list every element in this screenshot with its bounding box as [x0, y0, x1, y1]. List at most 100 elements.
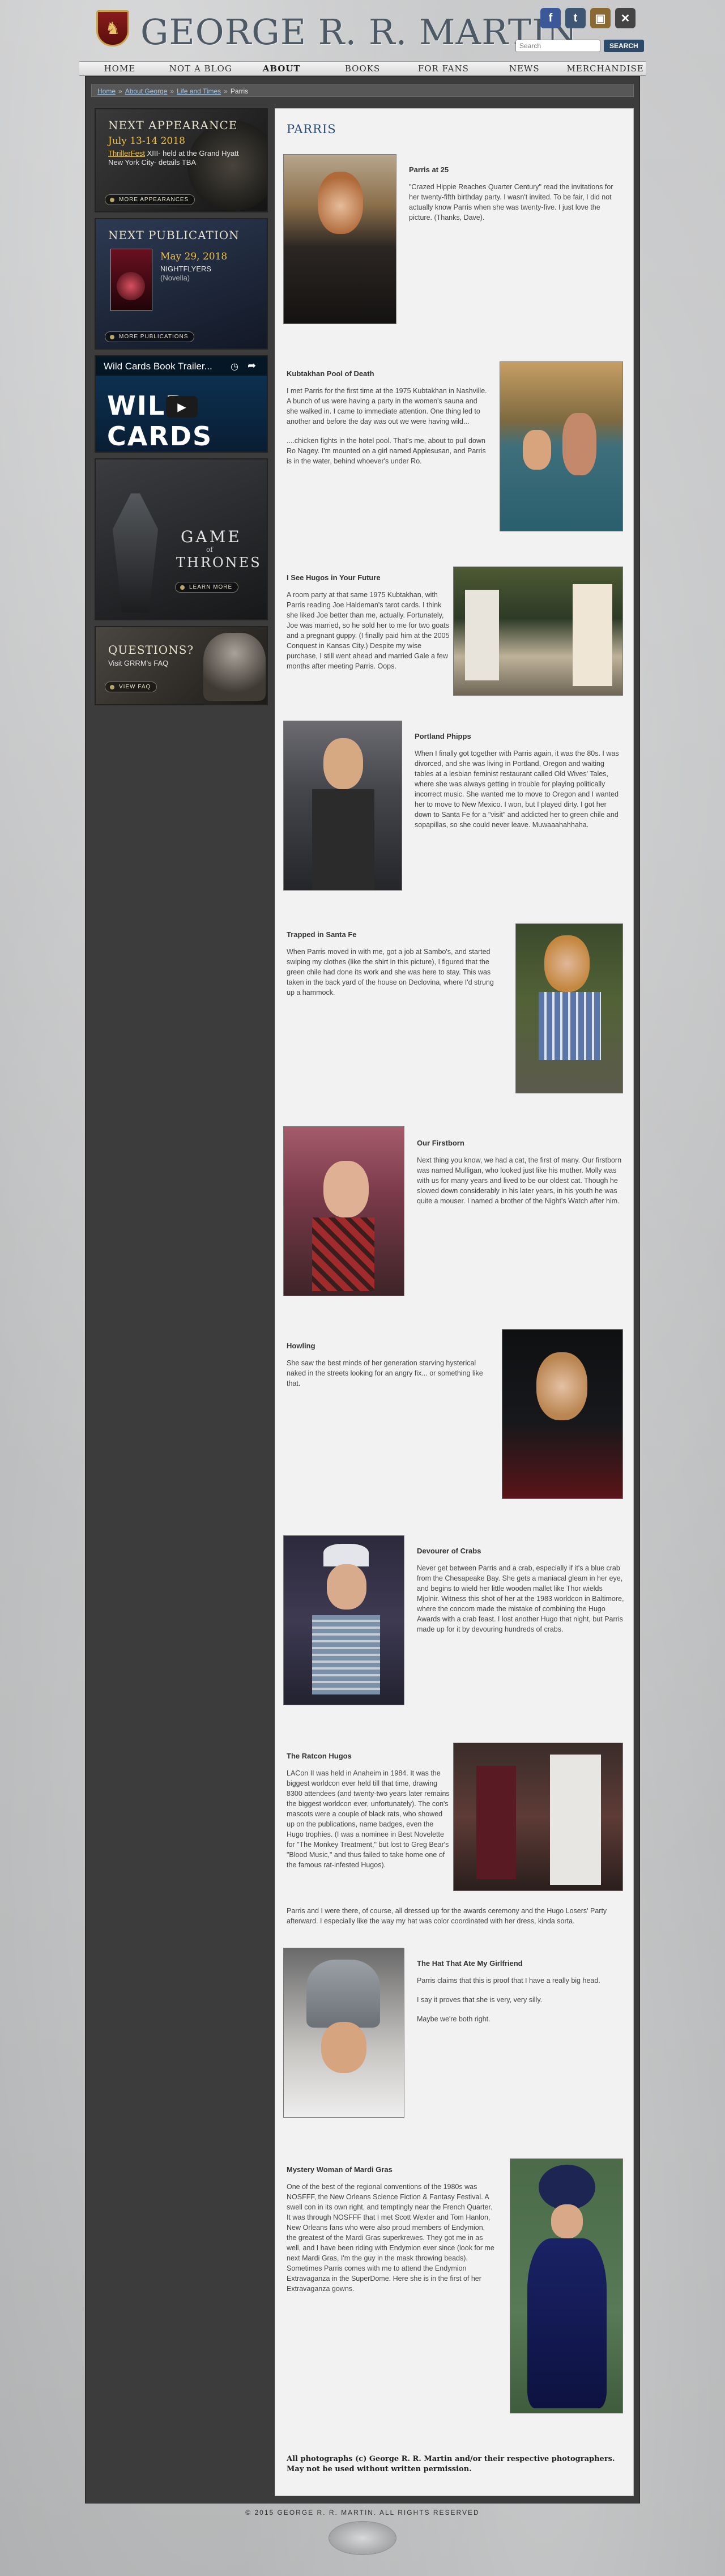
photo-kubtakhan-pool: [500, 361, 623, 531]
story-text: When Parris moved in with me, got a job …: [287, 948, 494, 997]
learn-more-button[interactable]: LEARN MORE: [175, 582, 239, 593]
photo-subject: [536, 1352, 587, 1420]
story-title: I See Hugos in Your Future: [287, 573, 381, 582]
nav-for-fans[interactable]: FOR FANS: [403, 62, 484, 75]
story-title: Kubtakhan Pool of Death: [287, 369, 374, 378]
story-text: LACon II was held in Anaheim in 1984. It…: [287, 1769, 450, 1869]
view-faq-button[interactable]: VIEW FAQ: [105, 682, 157, 692]
copyright-note: All photographs (c) George R. R. Martin …: [287, 2455, 615, 2473]
photo-devourer-of-crabs: [283, 1535, 404, 1705]
search-input[interactable]: [515, 40, 600, 52]
story-text: Parris claims that this is proof that I …: [417, 1977, 600, 1985]
story-ratcon-hugos-continued: Parris and I were there, of course, all …: [287, 1906, 624, 1932]
story-title: Portland Phipps: [415, 732, 471, 740]
photo-subject: [544, 935, 590, 992]
photo-mardi-gras: [510, 2158, 623, 2413]
search-button[interactable]: SEARCH: [604, 40, 644, 52]
photo-subject: [550, 1755, 601, 1885]
widget-heading: NEXT APPEARANCE: [108, 118, 238, 132]
nav-about-george[interactable]: ABOUT GEORGE: [241, 62, 322, 88]
nav-news[interactable]: NEWS: [484, 62, 565, 75]
story-trapped-santa-fe: Trapped in Santa Fe When Parris moved in…: [287, 930, 496, 1003]
page-title: PARRIS: [287, 122, 336, 136]
blog-icon[interactable]: ▣: [590, 8, 611, 28]
tumblr-icon[interactable]: t: [565, 8, 586, 28]
story-text: One of the best of the regional conventi…: [287, 2183, 494, 2293]
video-title[interactable]: Wild Cards Book Trailer...: [104, 361, 212, 372]
faq-widget[interactable]: QUESTIONS? Visit GRRM's FAQ VIEW FAQ: [95, 626, 268, 705]
photo-subject: [573, 584, 612, 686]
more-appearances-button[interactable]: MORE APPEARANCES: [105, 194, 195, 205]
play-icon[interactable]: ▶: [166, 396, 198, 418]
publication-title: NIGHTFLYERS: [160, 265, 212, 273]
sidebar: NEXT APPEARANCE July 13-14 2018 Thriller…: [95, 108, 268, 711]
next-publication-widget[interactable]: NEXT PUBLICATION May 29, 2018 NIGHTFLYER…: [95, 218, 268, 350]
story-text: A room party at that same 1975 Kubtakhan…: [287, 591, 450, 670]
nav-books[interactable]: BOOKS: [322, 62, 403, 75]
story-title: The Hat That Ate My Girlfriend: [417, 1959, 523, 1968]
story-devourer-of-crabs: Devourer of Crabs Never get between Parr…: [417, 1547, 624, 1640]
story-text: ....chicken fights in the hotel pool. Th…: [287, 437, 486, 465]
appearance-details: ThrillerFest XIII- held at the Grand Hya…: [108, 149, 261, 167]
story-title: Trapped in Santa Fe: [287, 930, 357, 939]
breadcrumb-current: Parris: [230, 87, 249, 95]
got-title-of: of: [206, 546, 213, 553]
throne-figure-art: [113, 493, 158, 612]
nav-merchandise[interactable]: MERCHANDISE: [565, 62, 646, 75]
story-text: She saw the best minds of her generation…: [287, 1359, 483, 1387]
photo-subject: [327, 1564, 366, 1610]
share-icon[interactable]: ➦: [248, 360, 256, 372]
nav-home[interactable]: HOME: [79, 62, 160, 75]
photo-shirt: [539, 992, 601, 1060]
story-our-firstborn: Our Firstborn Next thing you know, we ha…: [417, 1139, 624, 1212]
site-copyright: © 2015 GEORGE R. R. MARTIN. ALL RIGHTS R…: [245, 2509, 480, 2517]
thrillerfest-link[interactable]: ThrillerFest: [108, 149, 145, 157]
photo-hat: [306, 1960, 380, 2028]
main-content: PARRIS Parris at 25 "Crazed Hippie Reach…: [275, 108, 634, 2496]
wild-cards-video[interactable]: Wild Cards Book Trailer... ◷ ➦ WILD CARD…: [95, 355, 268, 453]
breadcrumb-separator: »: [224, 87, 228, 95]
story-see-hugos: I See Hugos in Your Future A room party …: [287, 573, 451, 677]
page-frame: Home» About George» Life and Times» Parris …: [85, 76, 640, 2503]
story-text: Parris and I were there, of course, all …: [287, 1907, 607, 1925]
crest-logo[interactable]: ♞: [96, 10, 129, 46]
got-title-thrones: THRONES: [176, 555, 262, 570]
faq-text: Visit GRRM's FAQ: [108, 659, 169, 667]
site-title[interactable]: GEORGE R. R. MARTIN: [140, 11, 578, 53]
story-title: Mystery Woman of Mardi Gras: [287, 2165, 393, 2174]
photo-hat-girlfriend: [283, 1948, 404, 2118]
photo-portland-phipps: [283, 721, 402, 891]
photo-subject: [323, 1161, 369, 1217]
game-of-thrones-widget[interactable]: GAME of THRONES LEARN MORE: [95, 458, 268, 620]
breadcrumb: Home» About George» Life and Times» Parris: [91, 84, 634, 97]
story-mardi-gras: Mystery Woman of Mardi Gras One of the b…: [287, 2165, 496, 2300]
next-appearance-widget[interactable]: NEXT APPEARANCE July 13-14 2018 Thriller…: [95, 108, 268, 212]
more-publications-button[interactable]: MORE PUBLICATIONS: [105, 331, 195, 342]
appearance-text: XIII- held at the Grand Hyatt: [145, 149, 239, 157]
story-kubtakhan-pool: Kubtakhan Pool of Death I met Parris for…: [287, 369, 491, 472]
photo-subject: [523, 430, 551, 470]
nightflyers-cover[interactable]: [110, 249, 152, 311]
site-header: ♞ GEORGE R. R. MARTIN f t ▣ ✕ SEARCH: [79, 0, 646, 61]
photo-hugos-tarot: [453, 567, 623, 696]
photo-headdress: [539, 2165, 595, 2210]
clock-icon[interactable]: ◷: [231, 361, 238, 372]
story-text: I say it proves that she is very, very s…: [417, 1996, 543, 2004]
facebook-icon[interactable]: f: [540, 8, 561, 28]
story-title: Our Firstborn: [417, 1139, 464, 1147]
appearance-date: July 13-14 2018: [108, 135, 185, 147]
main-nav: HOME NOT A BLOG ABOUT GEORGE BOOKS FOR F…: [79, 61, 646, 88]
x-icon[interactable]: ✕: [615, 8, 636, 28]
photo-shirt: [312, 789, 374, 890]
nav-not-a-blog[interactable]: NOT A BLOG: [160, 62, 241, 75]
photo-subject: [476, 1766, 516, 1879]
social-links: f t ▣ ✕: [540, 8, 636, 28]
breadcrumb-about-george[interactable]: About George: [125, 87, 168, 95]
story-text: "Crazed Hippie Reaches Quarter Century" …: [409, 183, 613, 222]
breadcrumb-home[interactable]: Home: [97, 87, 116, 95]
photo-subject: [551, 2204, 583, 2238]
photo-subject: [318, 172, 363, 234]
breadcrumb-life-and-times[interactable]: Life and Times: [177, 87, 221, 95]
story-text: Never get between Parris and a crab, esp…: [417, 1564, 624, 1633]
story-title: Devourer of Crabs: [417, 1547, 481, 1555]
